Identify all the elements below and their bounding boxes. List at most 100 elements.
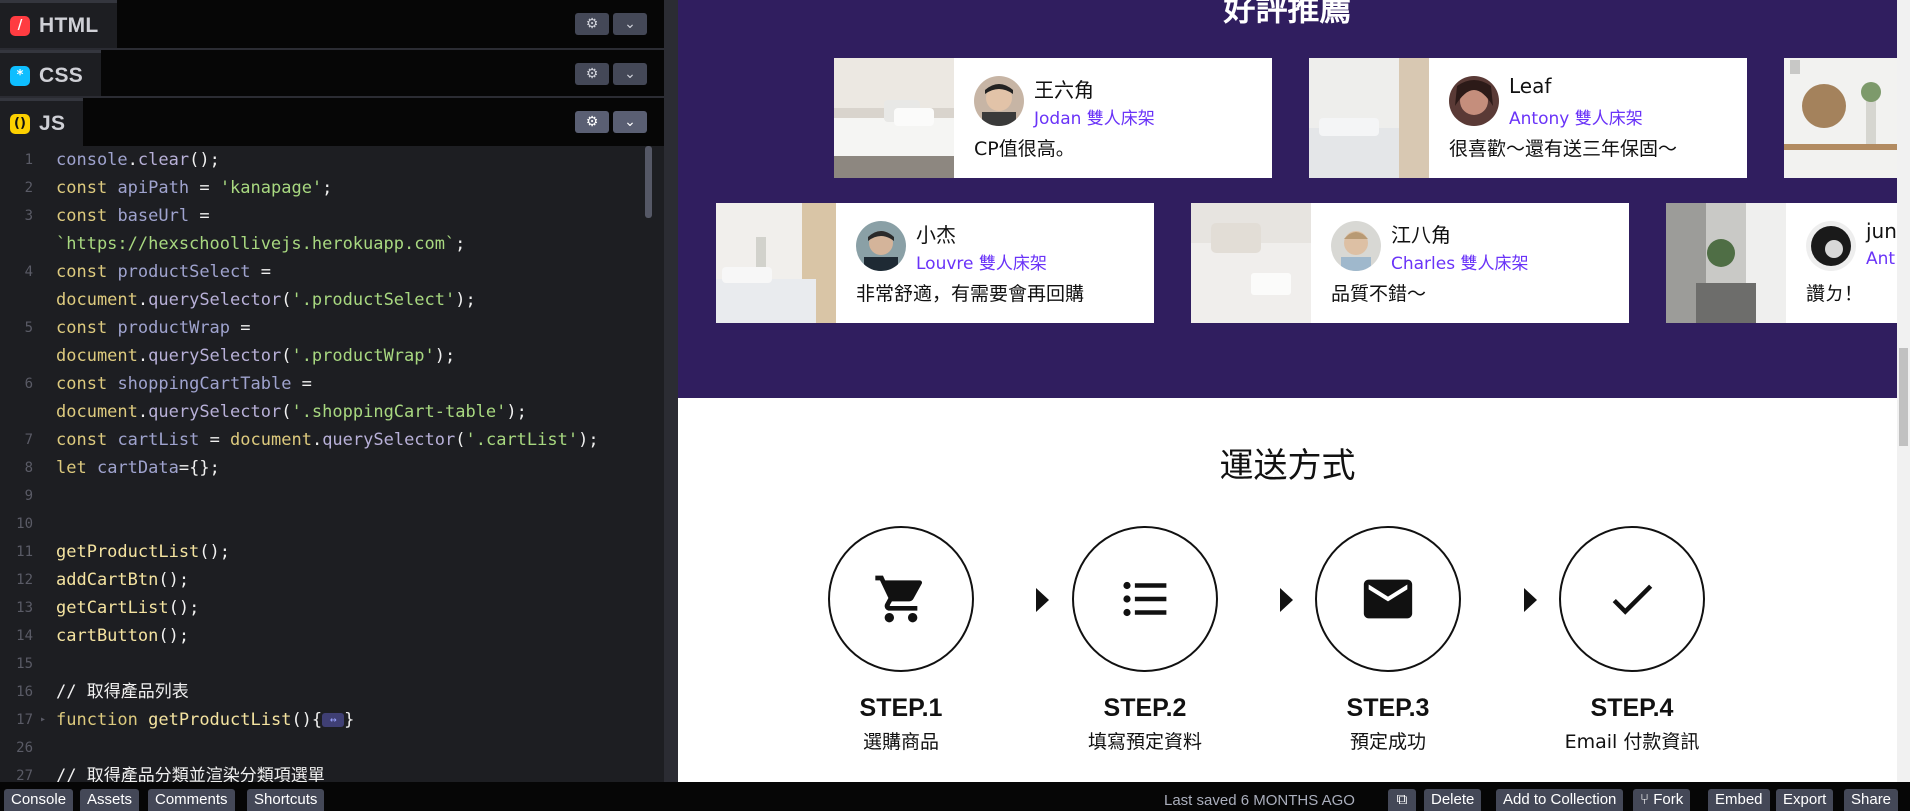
- code-line: document.querySelector('.productWrap');: [56, 346, 456, 366]
- arrow-right-icon: [1524, 588, 1537, 612]
- css-chevron-down-icon[interactable]: ⌄: [613, 63, 647, 85]
- reviewer-product: Charles 雙人床架: [1391, 254, 1529, 274]
- mail-icon: [1315, 526, 1461, 672]
- step-desc: 預定成功: [1349, 731, 1426, 753]
- comments-button[interactable]: Comments: [148, 789, 235, 811]
- open-external-icon[interactable]: ⧉: [1388, 789, 1416, 811]
- console-button[interactable]: Console: [4, 789, 74, 811]
- bottom-bar: Console Assets Comments Shortcuts Last s…: [0, 782, 1910, 811]
- editor-column: / HTML ⚙ ⌄ * CSS ⚙ ⌄ () JS ⚙ ⌄ 1 console…: [0, 0, 664, 782]
- step-4: STEP.4 Email 付款資訊: [1552, 526, 1712, 754]
- step-desc: 填寫預定資料: [1087, 731, 1202, 753]
- review-text: 讚ㄉ！: [1806, 283, 1864, 305]
- arrow-right-icon: [1280, 588, 1293, 612]
- arrow-right-icon: [1036, 588, 1049, 612]
- bed-photo: [834, 58, 954, 178]
- fork-icon: ⑂: [1640, 791, 1650, 808]
- step-desc: Email 付款資訊: [1564, 731, 1700, 753]
- reviewer-name: jun: [1866, 219, 1897, 243]
- bed-photo: [1309, 58, 1429, 178]
- html-settings-gear-icon[interactable]: ⚙: [575, 13, 609, 35]
- js-panel-title: JS: [39, 111, 66, 135]
- js-icon: (): [10, 113, 30, 134]
- code-line: 2 const apiPath = 'kanapage';: [24, 178, 333, 198]
- review-card: 王六角 Jodan 雙人床架 CP值很高。: [834, 58, 1272, 178]
- share-button[interactable]: Share: [1844, 789, 1899, 811]
- recommend-title: 好評推薦: [1223, 0, 1352, 28]
- list-icon: [1072, 526, 1218, 672]
- bed-photo: [716, 203, 836, 323]
- code-line: 5 const productWrap =: [24, 318, 251, 338]
- code-line: 26: [16, 740, 33, 756]
- step-3: STEP.3 預定成功: [1308, 526, 1468, 754]
- fold-arrow-icon[interactable]: ▸: [40, 706, 46, 734]
- code-line: 13 getCartList();: [16, 598, 200, 618]
- step-label: STEP.4: [1590, 694, 1674, 722]
- reviewer-product: Jodan 雙人床架: [1034, 109, 1155, 129]
- code-line: 15: [16, 656, 33, 672]
- html-icon: /: [10, 15, 30, 36]
- delete-button[interactable]: Delete: [1424, 789, 1482, 811]
- css-panel-header[interactable]: * CSS ⚙ ⌄: [0, 50, 664, 98]
- review-text: 品質不錯～: [1331, 283, 1427, 305]
- js-chevron-down-icon[interactable]: ⌄: [613, 111, 647, 133]
- review-text: 非常舒適，有需要會再回購: [856, 283, 1085, 305]
- reviewer-name: Leaf: [1509, 74, 1552, 98]
- fork-button[interactable]: ⑂ Fork: [1633, 789, 1691, 811]
- shipping-section: 運送方式 STEP.1 選購商品 STEP.2 填寫預定資料 STEP.3 預定…: [678, 398, 1897, 782]
- js-code-editor[interactable]: 1 console.clear(); 2 const apiPath = 'kana…: [0, 146, 654, 782]
- reviewer-product: Louvre 雙人床架: [916, 254, 1047, 274]
- code-line: 9: [24, 488, 33, 504]
- step-label: STEP.1: [859, 694, 943, 722]
- css-icon: *: [10, 65, 30, 86]
- code-line: 16// 取得產品列表: [16, 682, 189, 702]
- css-panel-tab[interactable]: * CSS: [0, 50, 102, 98]
- recommend-section: 好評推薦 王六角 Jodan 雙人床架 CP值很高。 Leaf Antony 雙…: [678, 0, 1897, 398]
- folded-code-marker[interactable]: ↔: [322, 713, 345, 727]
- shortcuts-button[interactable]: Shortcuts: [247, 789, 325, 811]
- shipping-title: 運送方式: [1219, 446, 1356, 486]
- avatar: [974, 76, 1024, 126]
- export-button[interactable]: Export: [1776, 789, 1834, 811]
- reviewer-name: 小杰: [916, 223, 956, 247]
- preview-frame: 好評推薦 王六角 Jodan 雙人床架 CP值很高。 Leaf Antony 雙…: [678, 0, 1897, 782]
- check-icon: [1559, 526, 1705, 672]
- preview-scrollbar-thumb[interactable]: [1899, 348, 1908, 446]
- review-card: [1784, 58, 1897, 178]
- last-saved-status: Last saved 6 MONTHS AGO: [1164, 792, 1355, 809]
- avatar: [856, 221, 906, 271]
- js-settings-gear-icon[interactable]: ⚙: [575, 111, 609, 133]
- code-line: 4 const productSelect =: [24, 262, 271, 282]
- code-line: 6 const shoppingCartTable =: [24, 374, 312, 394]
- assets-button[interactable]: Assets: [80, 789, 140, 811]
- reviewer-product: Antony 雙人床架: [1509, 109, 1643, 129]
- code-line: 7 const cartList = document.querySelector…: [24, 430, 599, 450]
- code-line: 12 addCartBtn();: [16, 570, 190, 590]
- css-settings-gear-icon[interactable]: ⚙: [575, 63, 609, 85]
- code-line: 17 ▸ function getProductList(){↔}: [0, 706, 654, 734]
- preview-scrollbar[interactable]: [1897, 0, 1910, 782]
- embed-button[interactable]: Embed: [1708, 789, 1770, 811]
- code-line: 8 let cartData={};: [24, 458, 220, 478]
- avatar: [1806, 221, 1856, 271]
- review-text: CP值很高。: [974, 138, 1075, 160]
- add-to-collection-button[interactable]: Add to Collection: [1496, 789, 1624, 811]
- html-chevron-down-icon[interactable]: ⌄: [613, 13, 647, 35]
- html-panel-header[interactable]: / HTML ⚙ ⌄: [0, 0, 664, 48]
- code-line: 14 cartButton();: [16, 626, 190, 646]
- js-panel-header[interactable]: () JS ⚙ ⌄: [0, 98, 664, 146]
- review-text: 很喜歡～還有送三年保固～: [1449, 138, 1678, 160]
- cart-icon: [828, 526, 974, 672]
- html-panel-tab[interactable]: / HTML: [0, 0, 117, 48]
- step-1: STEP.1 選購商品: [821, 526, 981, 754]
- avatar: [1449, 76, 1499, 126]
- code-line: `https://hexschoollivejs.herokuapp.com`;: [56, 234, 466, 254]
- code-line: 11 getProductList();: [16, 542, 231, 562]
- js-panel-tab[interactable]: () JS: [0, 98, 84, 146]
- code-scrollbar[interactable]: [645, 146, 652, 218]
- codepen-app: / HTML ⚙ ⌄ * CSS ⚙ ⌄ () JS ⚙ ⌄ 1 console…: [0, 0, 1910, 811]
- code-line: 1 console.clear();: [24, 150, 220, 170]
- step-2: STEP.2 填寫預定資料: [1065, 526, 1225, 754]
- html-panel-title: HTML: [39, 13, 99, 37]
- resize-divider[interactable]: [664, 0, 678, 782]
